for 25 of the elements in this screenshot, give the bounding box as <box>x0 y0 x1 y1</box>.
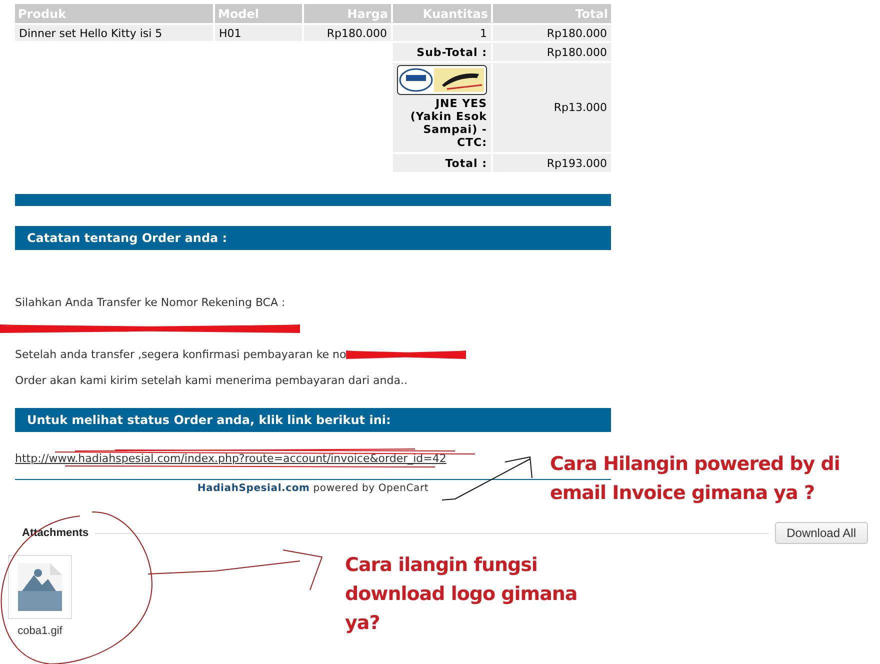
table-cell: Rp180.000 <box>304 25 391 41</box>
note-text: Order akan kami kirim setelah kami menerima pembayaran dari anda.. <box>15 374 408 388</box>
table-cell: Rp180.000 <box>493 43 611 61</box>
annotation-note: Cara Hilangin powered by di email Invoice gimana ya ? <box>550 452 841 506</box>
download-all-button[interactable]: Download All <box>774 522 868 544</box>
table-cell: Rp180.000 <box>493 25 611 41</box>
status-link[interactable]: http://www.hadiahspesial.com/index.php?route=account/invoice&order_id=42 <box>15 452 446 465</box>
section-heading: Untuk melihat status Order anda, klik link berikut ini: <box>15 408 611 432</box>
attachment-thumbnail[interactable] <box>8 555 72 619</box>
note-text: Setelah anda transfer ,segera konfirmasi pembayaran ke no <box>15 348 346 362</box>
total-label: Total : <box>393 154 491 172</box>
image-file-icon <box>18 563 62 611</box>
shipping-method: JNE YES (Yakin Esok Sampai) - CTC: <box>410 97 487 149</box>
table-cell: Dinner set Hello Kitty isi 5 <box>15 25 213 41</box>
note-text: Silahkan Anda Transfer ke Nomor Rekening BCA : <box>15 296 286 310</box>
table-cell: H01 <box>215 25 302 41</box>
table-cell: 1 <box>393 25 491 41</box>
table-cell: Rp13.000 <box>493 63 611 152</box>
footer-brand[interactable]: HadiahSpesial.com <box>197 483 310 494</box>
section-heading: Catatan tentang Order anda : <box>15 226 611 250</box>
total-label: Sub-Total : <box>393 43 491 61</box>
attachment-name[interactable]: coba1.gif <box>18 625 62 637</box>
footer-text: powered by OpenCart <box>313 483 429 494</box>
annotation-note: Cara ilangin fungsi download logo gimana ya? <box>345 553 578 636</box>
table-cell: Rp193.000 <box>493 154 611 172</box>
